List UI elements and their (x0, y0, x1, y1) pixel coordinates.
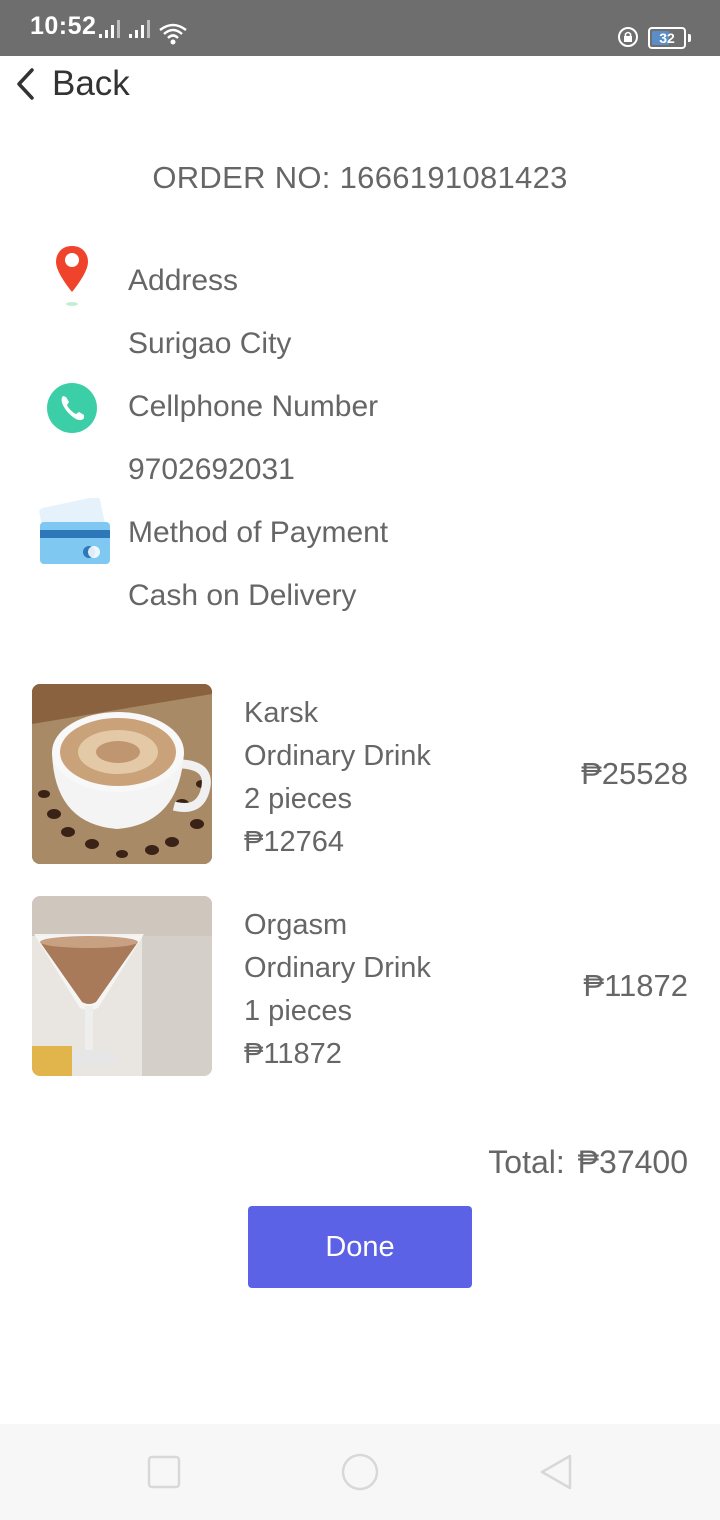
item-unit-price: ₱11872 (244, 1038, 342, 1070)
payment-label: Method of Payment (128, 516, 389, 549)
status-bar: 10:52 32 (0, 0, 720, 56)
item-unit-price: ₱12764 (244, 826, 344, 858)
phone-value: 9702692031 (128, 453, 295, 486)
item-quantity: 1 pieces (244, 995, 353, 1027)
item-image-coffee (32, 684, 212, 864)
item-name: Orgasm (244, 909, 348, 941)
order-item: Orgasm Ordinary Drink 1 pieces ₱11872 ₱1… (32, 896, 688, 1076)
nav-square-icon[interactable] (146, 1452, 182, 1492)
nav-triangle-icon[interactable] (536, 1452, 576, 1492)
item-category: Ordinary Drink (244, 740, 431, 772)
battery-cap (688, 34, 691, 42)
signal-icon-2 (129, 20, 150, 38)
order-total: Total: ₱37400 (488, 1144, 688, 1180)
item-details: Karsk Ordinary Drink 2 pieces ₱12764 (244, 692, 431, 864)
address-label: Address (128, 264, 239, 297)
address-value: Surigao City (128, 327, 292, 360)
item-details: Orgasm Ordinary Drink 1 pieces ₱11872 (244, 904, 431, 1076)
phone-label: Cellphone Number (128, 390, 379, 423)
item-name: Karsk (244, 697, 319, 729)
item-subtotal: ₱11872 (583, 968, 688, 1003)
item-quantity: 2 pieces (244, 783, 353, 815)
phone-icon (47, 383, 97, 433)
back-button[interactable]: Back (14, 62, 130, 106)
navigation-bar (0, 1424, 720, 1520)
back-chevron-icon (17, 68, 34, 100)
order-item: Karsk Ordinary Drink 2 pieces ₱12764 ₱25… (32, 684, 688, 864)
order-number: ORDER NO: 1666191081423 (152, 160, 568, 195)
battery-icon: 32 (648, 27, 686, 49)
item-subtotal: ₱25528 (581, 756, 688, 791)
location-pin-icon (56, 246, 88, 306)
rotation-lock-icon (618, 27, 638, 47)
signal-icon (99, 20, 120, 38)
credit-card-icon (39, 498, 110, 564)
item-category: Ordinary Drink (244, 952, 431, 984)
payment-value: Cash on Delivery (128, 579, 357, 612)
wifi-icon (159, 23, 187, 45)
nav-circle-icon[interactable] (340, 1452, 380, 1492)
done-button[interactable]: Done (248, 1206, 472, 1288)
item-image-cocktail (32, 896, 212, 1076)
back-label: Back (52, 64, 130, 103)
status-time: 10:52 (30, 12, 97, 40)
battery-level: 32 (659, 30, 675, 46)
